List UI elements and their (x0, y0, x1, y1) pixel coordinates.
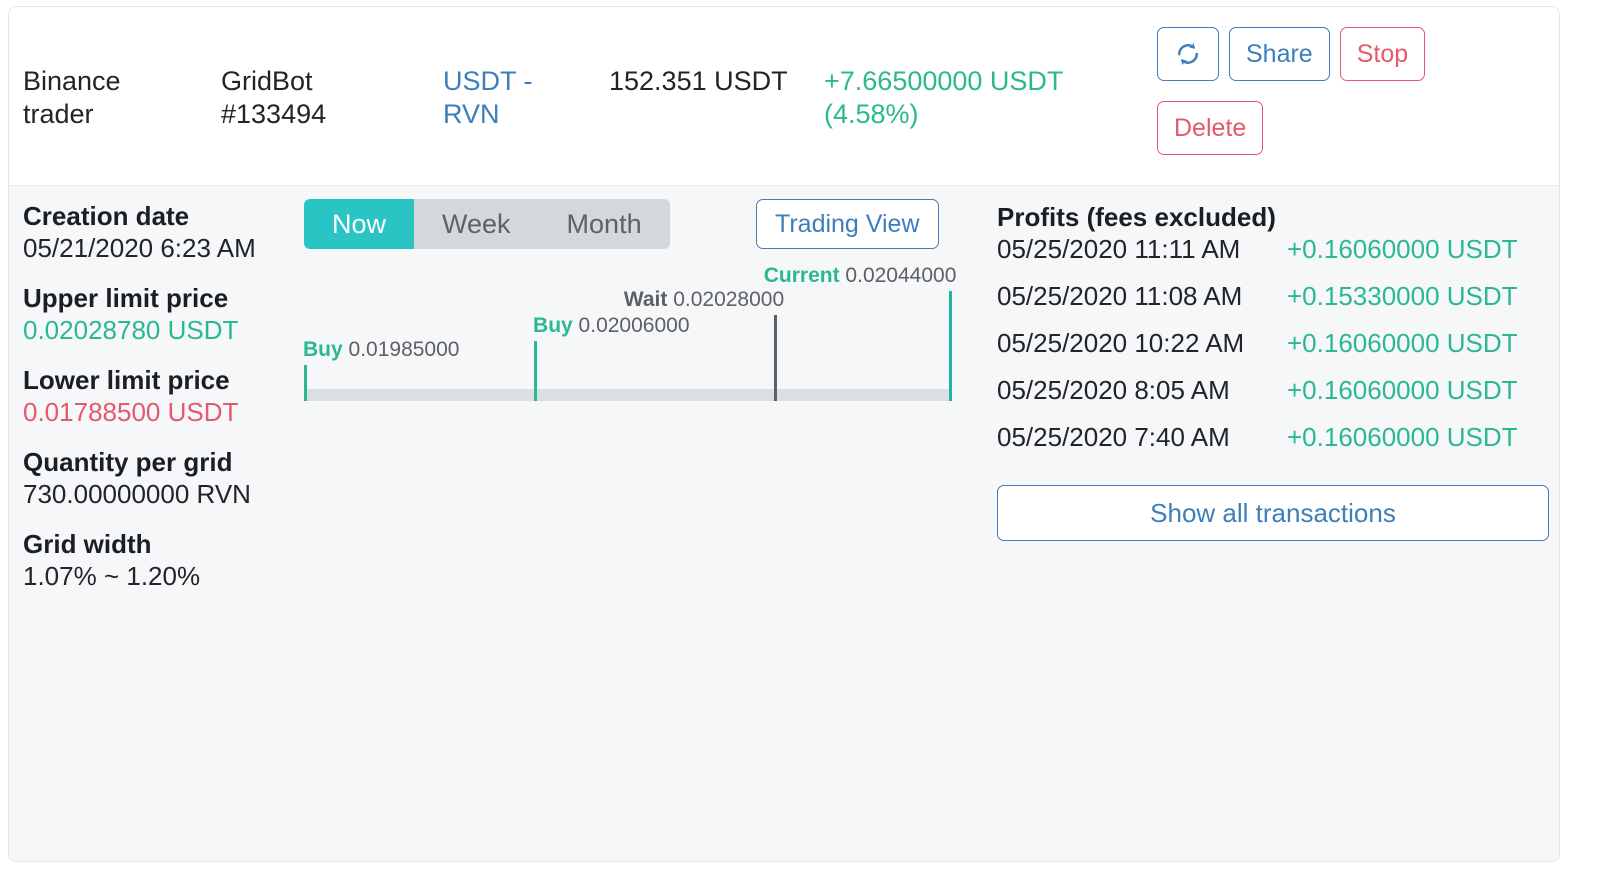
grid-track-bar (304, 389, 952, 401)
grid-marker-tag: Wait (623, 288, 668, 311)
grid-marker-label: Buy 0.01985000 (303, 337, 459, 365)
profit-date: 05/25/2020 10:22 AM (997, 328, 1245, 358)
profit-date: 05/25/2020 11:08 AM (997, 281, 1243, 311)
grid-marker-line (948, 291, 952, 401)
profits-title: Profits (fees excluded) (997, 202, 1276, 232)
profits-list: 05/25/2020 11:11 AM +0.16060000 USDT 05/25… (997, 234, 1549, 469)
profit-amount: +0.16060000 USDT (1287, 375, 1518, 405)
grid-marker-current-3: Current 0.02044000 (764, 264, 956, 401)
quantity-per-grid-label: Quantity per grid (23, 447, 233, 477)
info-creation-date: Creation date 05/21/2020 6:23 AM (23, 200, 273, 264)
creation-date-label: Creation date (23, 201, 190, 231)
stop-button[interactable]: Stop (1339, 27, 1426, 81)
grid-marker-label: Current 0.02044000 (764, 263, 957, 291)
bot-info-column: Creation date 05/21/2020 6:23 AM Upper l… (23, 200, 273, 610)
profit-row: 05/25/2020 7:40 AM +0.16060000 USDT (997, 422, 1549, 469)
bot-body: Creation date 05/21/2020 6:23 AM Upper l… (9, 186, 1559, 861)
lower-limit-value: 0.01788500 USDT (23, 397, 239, 427)
grid-marker-value: 0.02028000 (667, 288, 785, 311)
grid-marker-label: Buy 0.02006000 (533, 313, 689, 341)
bot-header: Binance trader GridBot #133494 USDT - RV… (9, 7, 1559, 186)
timeframe-tabs: Now Week Month (304, 199, 670, 249)
grid-marker-label: Wait 0.02028000 (624, 287, 784, 315)
grid-width-value: 1.07% ~ 1.20% (23, 561, 201, 591)
trading-view-button[interactable]: Trading View (756, 199, 939, 249)
grid-marker-wait-2: Wait 0.02028000 (624, 288, 784, 401)
profit-row: 05/25/2020 11:08 AM +0.15330000 USDT (997, 281, 1549, 328)
chart-toolbar: Now Week Month Trading View (304, 194, 994, 252)
profit-row: 05/25/2020 11:11 AM +0.16060000 USDT (997, 234, 1549, 281)
quantity-per-grid-value: 730.00000000 RVN (23, 479, 251, 509)
grid-price-ladder: Buy 0.01985000 Buy 0.02006000 Wait 0.02028… (303, 264, 994, 414)
refresh-button[interactable] (1157, 27, 1219, 81)
profit-date: 05/25/2020 8:05 AM (997, 375, 1230, 405)
upper-limit-label: Upper limit price (23, 283, 229, 313)
grid-bot-card: Binance trader GridBot #133494 USDT - RV… (8, 6, 1560, 862)
grid-marker-line (304, 365, 307, 401)
total-profit: +7.66500000 USDT (4.58%) (824, 66, 1063, 129)
creation-date-value: 05/21/2020 6:23 AM (23, 233, 256, 263)
info-upper-limit: Upper limit price 0.02028780 USDT (23, 282, 273, 346)
refresh-icon (1174, 40, 1202, 68)
profit-row: 05/25/2020 8:05 AM +0.16060000 USDT (997, 375, 1549, 422)
show-all-transactions-button[interactable]: Show all transactions (997, 485, 1549, 541)
grid-marker-value: 0.02044000 (839, 264, 957, 287)
timeframe-tab-week[interactable]: Week (414, 199, 539, 249)
grid-marker-value: 0.02006000 (572, 314, 690, 337)
info-quantity-per-grid: Quantity per grid 730.00000000 RVN (23, 446, 273, 510)
investment-amount: 152.351 USDT (609, 66, 788, 96)
grid-chart-panel: Now Week Month Trading View Buy 0.01985000… (303, 194, 994, 614)
grid-marker-tag: Current (763, 264, 840, 287)
profit-amount: +0.16060000 USDT (1287, 422, 1518, 452)
grid-width-label: Grid width (23, 529, 152, 559)
profit-amount: +0.15330000 USDT (1287, 281, 1518, 311)
profit-amount: +0.16060000 USDT (1287, 328, 1518, 358)
header-actions: Share Stop Delete (1157, 27, 1537, 155)
grid-marker-line (773, 315, 777, 401)
grid-marker-tag: Buy (533, 314, 573, 337)
timeframe-tab-now[interactable]: Now (304, 199, 415, 249)
grid-marker-buy-1: Buy 0.02006000 (533, 314, 690, 401)
info-grid-width: Grid width 1.07% ~ 1.20% (23, 528, 273, 592)
delete-button[interactable]: Delete (1157, 101, 1264, 155)
profit-row: 05/25/2020 10:22 AM +0.16060000 USDT (997, 328, 1549, 375)
profits-panel: Profits (fees excluded) 05/25/2020 11:11… (997, 200, 1549, 541)
info-lower-limit: Lower limit price 0.01788500 USDT (23, 364, 273, 428)
exchange-name: Binance trader (23, 66, 121, 129)
grid-marker-tag: Buy (303, 338, 343, 361)
upper-limit-value: 0.02028780 USDT (23, 315, 239, 345)
grid-marker-line (534, 341, 538, 401)
profit-date: 05/25/2020 7:40 AM (997, 422, 1230, 452)
profit-amount: +0.16060000 USDT (1287, 234, 1518, 264)
grid-marker-value: 0.01985000 (342, 338, 460, 361)
grid-marker-buy-0: Buy 0.01985000 (303, 338, 459, 401)
timeframe-tab-month[interactable]: Month (539, 199, 670, 249)
bot-name: GridBot #133494 (221, 66, 327, 129)
share-button[interactable]: Share (1229, 27, 1330, 81)
trading-pair-link[interactable]: USDT - RVN (443, 65, 553, 131)
profit-date: 05/25/2020 11:11 AM (997, 234, 1241, 264)
lower-limit-label: Lower limit price (23, 365, 230, 395)
